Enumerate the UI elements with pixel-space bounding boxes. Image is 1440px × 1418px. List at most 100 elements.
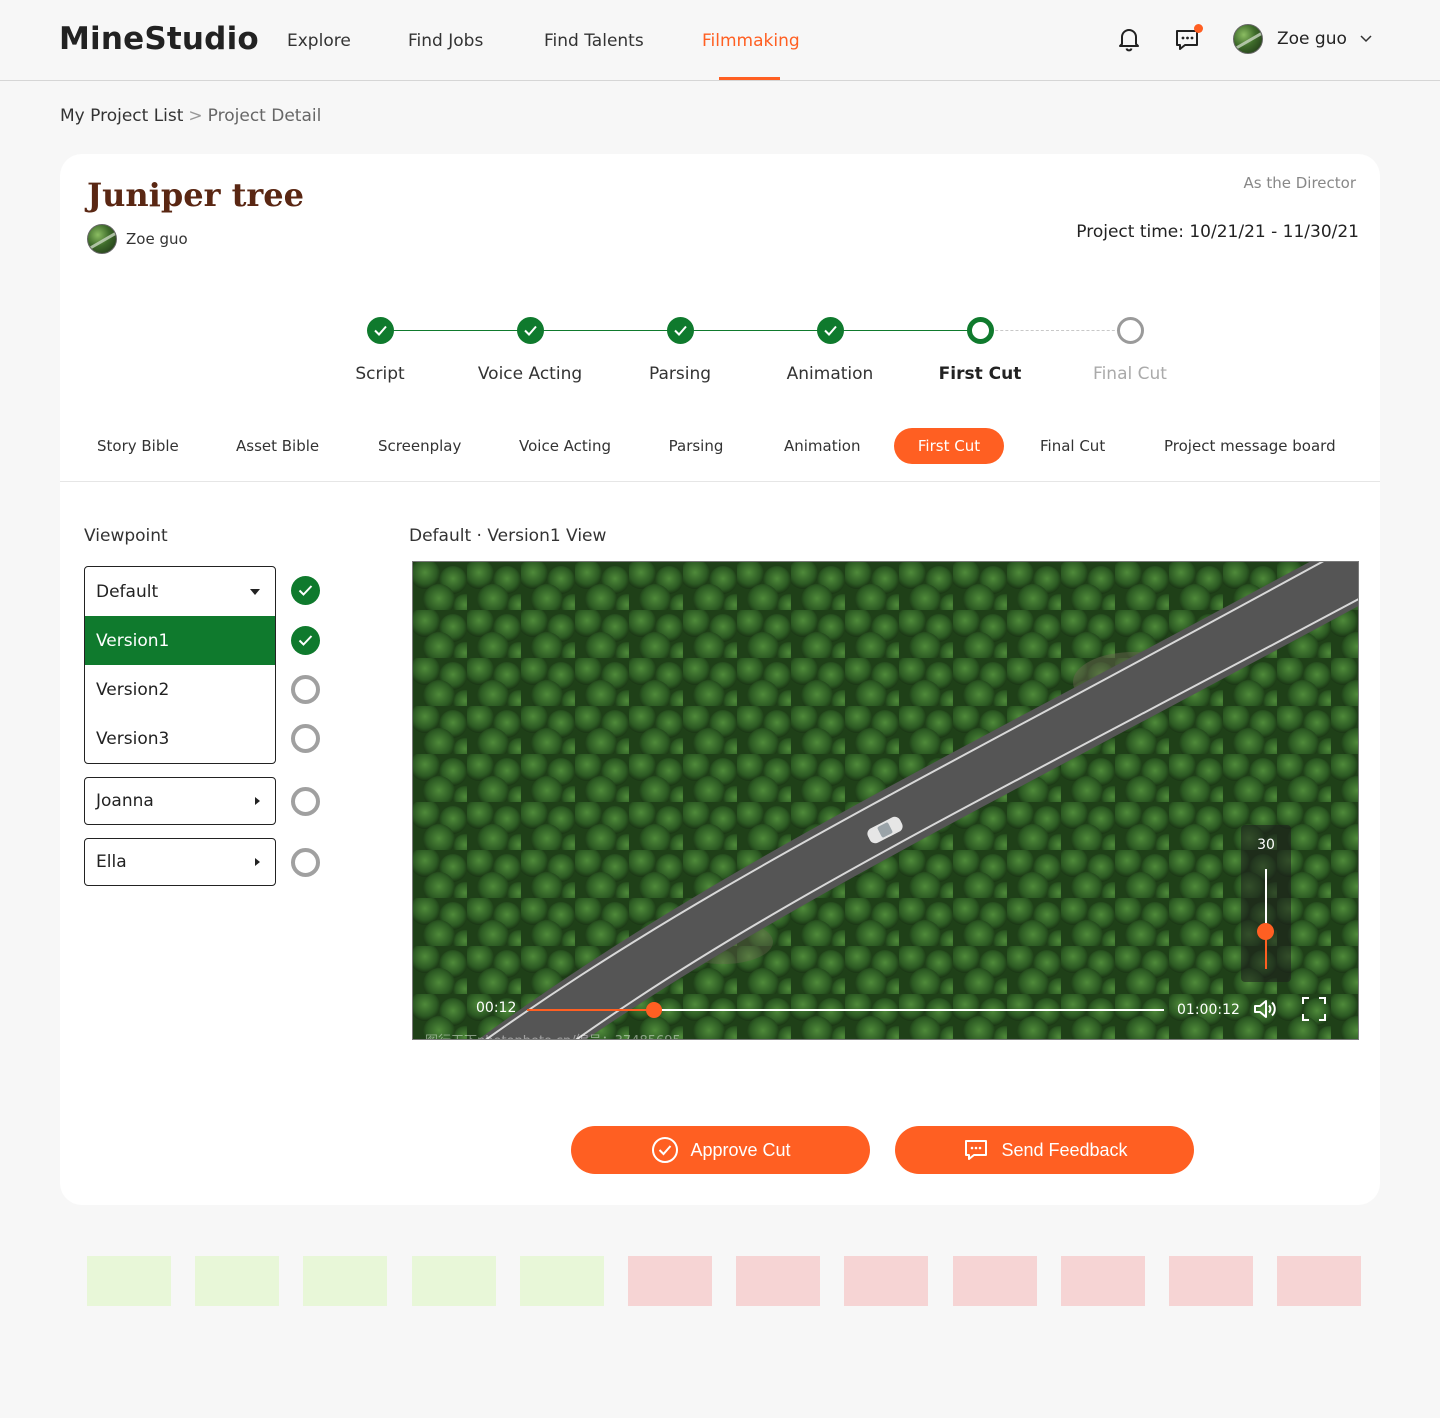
- pending-circle-icon: [291, 724, 320, 753]
- color-swatch: [952, 1256, 1037, 1306]
- color-swatch: [1277, 1256, 1362, 1306]
- color-swatch: [844, 1256, 929, 1306]
- tab-voice-acting[interactable]: Voice Acting: [519, 428, 611, 464]
- step-connector: [680, 330, 830, 331]
- avatar: [87, 224, 117, 254]
- app-logo[interactable]: MineStudio: [59, 21, 259, 57]
- color-swatch: [87, 1256, 171, 1306]
- viewpoint-joanna-label: Joanna: [96, 791, 154, 811]
- viewpoint-default-header[interactable]: Default: [85, 567, 275, 616]
- tab-animation[interactable]: Animation: [784, 428, 860, 464]
- tab-parsing[interactable]: Parsing: [668, 428, 724, 464]
- step-label-animation: Animation: [786, 364, 874, 384]
- viewpoint-joanna[interactable]: Joanna: [84, 777, 276, 825]
- tab-screenplay[interactable]: Screenplay: [378, 428, 461, 464]
- volume-value: 30: [1257, 837, 1275, 853]
- color-swatch: [519, 1256, 604, 1306]
- project-title: Juniper tree: [87, 176, 304, 214]
- progress-stepper: Script Voice Acting Parsing Animation Fi…: [60, 314, 1380, 394]
- volume-track[interactable]: [1265, 869, 1267, 969]
- video-watermark: 图行天下photophoto.cn/编号：37485695: [425, 1030, 681, 1039]
- viewpoint-version-option[interactable]: Version3: [85, 714, 275, 763]
- volume-slider-popup[interactable]: 30: [1241, 825, 1291, 982]
- color-swatch: [628, 1256, 712, 1306]
- volume-knob[interactable]: [1257, 923, 1274, 940]
- nav-filmmaking[interactable]: Filmmaking: [702, 31, 800, 51]
- color-swatch: [195, 1256, 280, 1306]
- step-done-check-icon[interactable]: [667, 317, 694, 344]
- tab-asset-bible[interactable]: Asset Bible: [236, 428, 319, 464]
- avatar: [1233, 24, 1263, 54]
- role-label: As the Director: [1243, 174, 1357, 192]
- color-swatch: [303, 1256, 388, 1306]
- caret-down-icon: [250, 588, 260, 595]
- version-label: Version3: [96, 728, 170, 749]
- notification-dot: [1194, 24, 1203, 33]
- color-swatch: [1060, 1256, 1145, 1306]
- step-connector: [530, 330, 680, 331]
- approve-cut-label: Approve Cut: [690, 1139, 791, 1160]
- project-owner[interactable]: Zoe guo: [87, 224, 188, 254]
- viewpoint-ella-label: Ella: [96, 852, 127, 872]
- progress-track[interactable]: [527, 1002, 1164, 1018]
- tab-story-bible[interactable]: Story Bible: [97, 428, 179, 464]
- fullscreen-icon[interactable]: [1300, 995, 1328, 1023]
- color-swatch: [1169, 1256, 1253, 1306]
- step-label-final-cut: Final Cut: [1093, 364, 1167, 384]
- tab-first-cut[interactable]: First Cut: [894, 428, 1004, 464]
- viewpoint-default-dropdown: Default Version1 Version2 Version3: [84, 566, 276, 764]
- viewpoint-title: Viewpoint: [84, 526, 168, 546]
- nav-find-jobs[interactable]: Find Jobs: [408, 31, 483, 51]
- section-tabs: Story Bible Asset Bible Screenplay Voice…: [60, 428, 1380, 482]
- breadcrumb: My Project List > Project Detail: [60, 106, 321, 126]
- viewpoint-ella[interactable]: Ella: [84, 838, 276, 886]
- caret-right-icon: [255, 858, 260, 866]
- chat-icon[interactable]: [1173, 24, 1203, 54]
- volume-icon[interactable]: [1251, 995, 1279, 1023]
- active-nav-indicator: [719, 77, 780, 80]
- tab-final-cut[interactable]: Final Cut: [1040, 428, 1105, 464]
- approved-check-icon: [291, 626, 320, 655]
- step-current-circle-icon[interactable]: [967, 317, 994, 344]
- version-label: Version1: [96, 630, 170, 651]
- top-navigation-bar: MineStudio Explore Find Jobs Find Talent…: [0, 0, 1440, 81]
- step-label-voice-acting: Voice Acting: [477, 364, 583, 384]
- chat-icon: [965, 1140, 988, 1160]
- approved-check-icon: [291, 576, 320, 605]
- nav-find-talents[interactable]: Find Talents: [544, 31, 644, 51]
- caret-right-icon: [255, 797, 260, 805]
- tab-project-message-board[interactable]: Project message board: [1164, 428, 1336, 464]
- color-swatch: [736, 1256, 821, 1306]
- video-player[interactable]: 30 00:12 01:00:12 图行天下photophoto.cn/编号：3…: [412, 561, 1359, 1040]
- version-label: Version2: [96, 679, 170, 700]
- current-time: 00:12: [476, 1000, 517, 1016]
- video-view-label: Default · Version1 View: [409, 526, 607, 546]
- pending-circle-icon: [291, 787, 320, 816]
- step-connector: [380, 330, 530, 331]
- step-done-check-icon[interactable]: [367, 317, 394, 344]
- total-time: 01:00:12: [1177, 1002, 1240, 1018]
- approve-cut-button[interactable]: Approve Cut: [571, 1126, 870, 1174]
- breadcrumb-project-list[interactable]: My Project List: [60, 106, 183, 126]
- video-frame: [413, 562, 1358, 1039]
- send-feedback-label: Send Feedback: [1001, 1139, 1128, 1160]
- step-done-check-icon[interactable]: [517, 317, 544, 344]
- bell-icon[interactable]: [1114, 24, 1144, 54]
- step-label-first-cut: First Cut: [938, 364, 1022, 384]
- user-menu[interactable]: Zoe guo: [1233, 24, 1373, 54]
- send-feedback-button[interactable]: Send Feedback: [895, 1126, 1194, 1174]
- nav-explore[interactable]: Explore: [287, 31, 351, 51]
- step-connector: [980, 330, 1130, 331]
- progress-fill: [527, 1009, 655, 1011]
- step-todo-circle-icon[interactable]: [1117, 317, 1144, 344]
- user-name: Zoe guo: [1277, 29, 1347, 49]
- step-done-check-icon[interactable]: [817, 317, 844, 344]
- step-label-parsing: Parsing: [648, 364, 712, 384]
- pending-circle-icon: [291, 848, 320, 877]
- viewpoint-version-option[interactable]: Version1: [85, 616, 275, 665]
- breadcrumb-separator: >: [188, 106, 203, 126]
- color-swatch: [411, 1256, 496, 1306]
- viewpoint-version-option[interactable]: Version2: [85, 665, 275, 714]
- chevron-down-icon: [1360, 35, 1372, 43]
- step-label-script: Script: [355, 364, 405, 384]
